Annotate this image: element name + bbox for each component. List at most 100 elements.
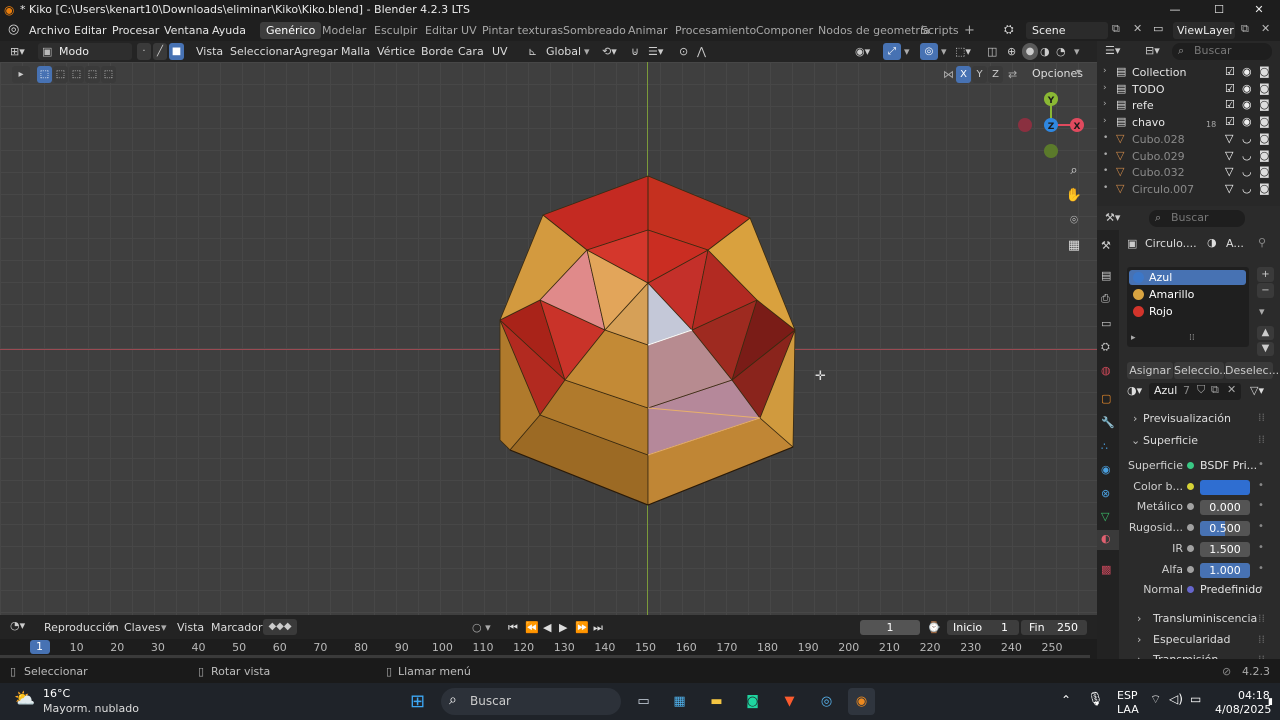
- subsection-header[interactable]: Transluminiscencia: [1153, 612, 1257, 625]
- mirror-x-button[interactable]: X: [956, 66, 971, 83]
- section-drag-handle-icon[interactable]: ⁞⁞: [1258, 411, 1265, 424]
- navigation-gizmo[interactable]: Y Z X: [1010, 86, 1094, 162]
- menu-borde[interactable]: Borde: [421, 43, 453, 60]
- socket-dot-icon[interactable]: [1187, 565, 1194, 573]
- menu-archivo[interactable]: Archivo: [25, 22, 74, 39]
- add-material-slot-button[interactable]: +: [1257, 267, 1274, 282]
- workspace-tab-animar[interactable]: Animar: [622, 22, 674, 39]
- timeline-editor-icon[interactable]: ◔▾: [10, 619, 25, 632]
- remove-material-slot-button[interactable]: −: [1257, 283, 1274, 298]
- select-invert-icon[interactable]: ⬚: [85, 66, 100, 83]
- menu-editar[interactable]: Editar: [70, 22, 111, 39]
- eye-icon[interactable]: ◉: [1242, 65, 1252, 78]
- outliner-row[interactable]: › ▤ Collection ☑ ◉ ◙: [1099, 65, 1279, 81]
- normal-value[interactable]: Predefinido: [1200, 583, 1262, 596]
- surface-section-header[interactable]: Superficie: [1143, 434, 1198, 447]
- prev-keyframe-icon[interactable]: ⏪: [525, 619, 539, 636]
- menu-vertice[interactable]: Vértice: [377, 43, 415, 60]
- menu-vista[interactable]: Vista: [196, 43, 223, 60]
- store-app-icon[interactable]: ◙: [739, 688, 766, 715]
- jump-start-icon[interactable]: ⏮: [508, 619, 518, 636]
- current-frame-field[interactable]: 1: [860, 620, 920, 635]
- output-tab-icon[interactable]: ⎙: [1101, 292, 1110, 306]
- edge-select-button[interactable]: ╱: [153, 43, 167, 60]
- weather-icon[interactable]: ⛅: [14, 689, 35, 709]
- preview-section-header[interactable]: Previsualización: [1143, 412, 1231, 425]
- property-slider[interactable]: 0.500: [1200, 521, 1250, 537]
- notifications-icon[interactable]: ▮: [1268, 697, 1273, 707]
- editor-type-icon[interactable]: ⊞▾: [10, 43, 25, 60]
- unlink-material-icon[interactable]: ✕: [1227, 383, 1236, 396]
- filter-icon[interactable]: ▽: [1225, 132, 1233, 145]
- close-window-button[interactable]: ✕: [1245, 0, 1273, 20]
- display-mode-icon[interactable]: ⊟▾: [1145, 44, 1160, 57]
- vertex-select-button[interactable]: ·: [137, 43, 151, 60]
- outliner-row[interactable]: • ▽ Circulo.007 ▽ ◡ ◙: [1099, 182, 1279, 198]
- tool-tab-icon[interactable]: ⚒: [1101, 239, 1111, 252]
- animate-property-icon[interactable]: •: [1258, 583, 1264, 594]
- exclude-checkbox[interactable]: ☑: [1225, 82, 1235, 95]
- blender-taskbar-icon[interactable]: ◉: [848, 688, 875, 715]
- bullet-icon[interactable]: •: [1103, 166, 1108, 176]
- animate-property-icon[interactable]: •: [1258, 542, 1264, 553]
- render-tab-icon[interactable]: ▤: [1101, 269, 1111, 282]
- material-name-field[interactable]: Azul 7 ⛉ ⧉ ✕: [1149, 383, 1241, 400]
- animate-property-icon[interactable]: •: [1258, 563, 1264, 574]
- eye-icon[interactable]: ◉: [1242, 115, 1252, 128]
- zoom-icon[interactable]: ⌕: [1063, 160, 1085, 182]
- render-camera-icon[interactable]: ◙: [1259, 115, 1270, 128]
- pin-icon[interactable]: ⚲: [1258, 236, 1266, 249]
- play-icon[interactable]: ▶: [559, 619, 567, 636]
- base-color-swatch[interactable]: [1200, 479, 1250, 495]
- menu-uv[interactable]: UV: [492, 43, 508, 60]
- workspace-tab-esculpir[interactable]: Esculpir: [368, 22, 423, 39]
- 3d-viewport[interactable]: ▸ ⬚ ⬚ ⬚ ⬚ ⬚ ⋈ X Y Z ⇄ Opciones ▾ Y Z X ⌕…: [0, 62, 1097, 615]
- modifiers-tab-icon[interactable]: 🔧: [1101, 416, 1115, 429]
- orientation-dropdown-icon[interactable]: ▾: [584, 43, 590, 60]
- menu-ventana[interactable]: Ventana: [160, 22, 213, 39]
- next-keyframe-icon[interactable]: ⏩: [575, 619, 589, 636]
- eye-icon[interactable]: ◉: [1242, 98, 1252, 111]
- clock-date[interactable]: 4/08/2025: [1215, 703, 1271, 716]
- menu-malla[interactable]: Malla: [341, 43, 370, 60]
- workspace-tab-componer[interactable]: Componer: [750, 22, 819, 39]
- mode-selector[interactable]: ▣ Modo Edición: [38, 43, 132, 75]
- expand-arrow-icon[interactable]: ›: [1103, 66, 1107, 76]
- chrome-browser-icon[interactable]: ◎: [813, 688, 840, 715]
- outliner-editor-icon[interactable]: ☰▾: [1105, 44, 1120, 57]
- bullet-icon[interactable]: •: [1103, 150, 1108, 160]
- material-browse-icon[interactable]: ◑▾: [1127, 384, 1142, 397]
- material-slot-item[interactable]: Amarillo: [1129, 287, 1246, 302]
- delete-view-layer-icon[interactable]: ✕: [1261, 22, 1270, 35]
- wireframe-shading-icon[interactable]: ⊕: [1007, 43, 1016, 60]
- surface-collapse-icon[interactable]: ⌄: [1131, 434, 1140, 447]
- widgets-icon[interactable]: ▦: [666, 688, 693, 715]
- animate-property-icon[interactable]: •: [1258, 459, 1264, 470]
- properties-search-input[interactable]: ⌕ Buscar: [1149, 210, 1245, 227]
- maximize-button[interactable]: ☐: [1205, 0, 1233, 20]
- menu-ayuda[interactable]: Ayuda: [208, 22, 250, 39]
- pan-hand-icon[interactable]: ✋: [1063, 185, 1085, 207]
- outliner-search-input[interactable]: ⌕ Buscar: [1172, 43, 1272, 60]
- workspace-tab-editar-uv[interactable]: Editar UV: [419, 22, 483, 39]
- animate-property-icon[interactable]: •: [1258, 480, 1264, 491]
- preview-expand-icon[interactable]: ›: [1133, 412, 1137, 425]
- falloff-icon[interactable]: ⋀: [697, 43, 706, 60]
- gizmo-dropdown-icon[interactable]: ▾: [904, 43, 910, 60]
- timeline-menu-keys[interactable]: Claves: [124, 619, 161, 636]
- expand-slots-icon[interactable]: ▸: [1131, 333, 1136, 343]
- playback-dropdown-icon[interactable]: ▾: [108, 619, 114, 636]
- hidden-eye-icon[interactable]: ◡: [1242, 165, 1252, 178]
- camera-view-icon[interactable]: ⌾: [1063, 210, 1085, 232]
- solid-shading-icon[interactable]: ●: [1022, 43, 1038, 60]
- auto-keying-icon[interactable]: ○ ▾: [472, 619, 491, 636]
- preview-range-icon[interactable]: ⌚: [927, 619, 941, 636]
- battery-icon[interactable]: ▭: [1190, 692, 1201, 706]
- expand-arrow-icon[interactable]: ›: [1103, 83, 1107, 93]
- tray-chevron-icon[interactable]: ⌃: [1061, 693, 1071, 707]
- xray-toggle-icon[interactable]: ◫: [987, 43, 997, 60]
- duplicate-material-icon[interactable]: ⧉: [1211, 383, 1219, 397]
- overlays-dropdown-icon[interactable]: ▾: [941, 43, 947, 60]
- outliner-row[interactable]: • ▽ Cubo.032 ▽ ◡ ◙: [1099, 165, 1279, 181]
- socket-dot-icon[interactable]: [1187, 482, 1194, 490]
